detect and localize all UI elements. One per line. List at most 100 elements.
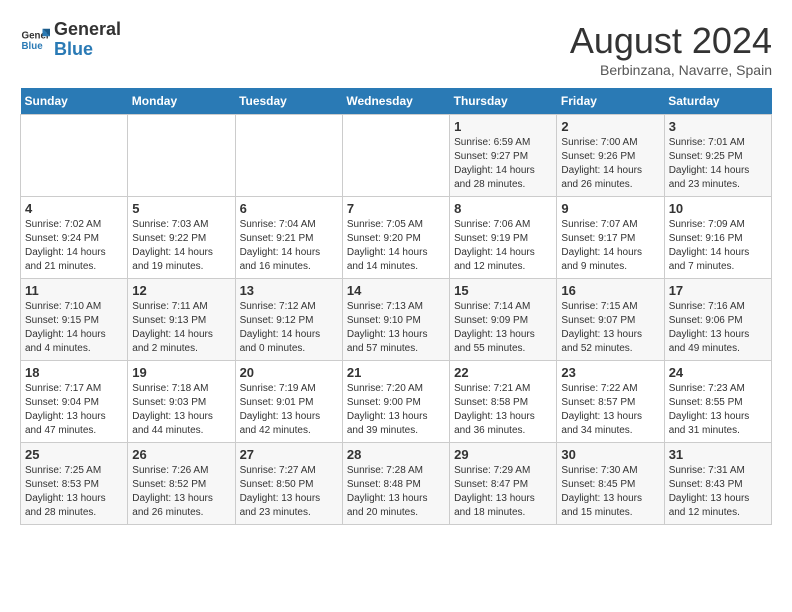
calendar-day-cell: 22Sunrise: 7:21 AMSunset: 8:58 PMDayligh… [450,361,557,443]
calendar-day-cell: 11 Sunrise: 7:10 AMSunset: 9:15 PMDayligh… [21,279,128,361]
day-number: 1 [454,119,552,134]
day-number: 4 [25,201,123,216]
day-number: 8 [454,201,552,216]
calendar-day-cell: 4 Sunrise: 7:02 AMSunset: 9:24 PMDaylight… [21,197,128,279]
calendar-day-cell: 6Sunrise: 7:04 AMSunset: 9:21 PMDaylight… [235,197,342,279]
calendar-week-row: 4 Sunrise: 7:02 AMSunset: 9:24 PMDaylight… [21,197,772,279]
day-info: Sunrise: 7:23 AMSunset: 8:55 PMDaylight:… [669,382,767,438]
calendar-day-cell: 21 Sunrise: 7:20 AMSunset: 9:00 PMDayligh… [342,361,449,443]
calendar-day-cell: 24 Sunrise: 7:23 AMSunset: 8:55 PMDayligh… [664,361,771,443]
day-number: 21 [347,365,445,380]
calendar-day-cell: 16 Sunrise: 7:15 AMSunset: 9:07 PMDayligh… [557,279,664,361]
day-info: Sunrise: 7:14 AMSunset: 9:09 PMDaylight:… [454,300,552,356]
calendar-day-cell: 28 Sunrise: 7:28 AMSunset: 8:48 PMDayligh… [342,443,449,525]
day-info: Sunrise: 7:20 AMSunset: 9:00 PMDaylight:… [347,382,445,438]
day-number: 26 [132,447,230,462]
day-info: Sunrise: 7:28 AMSunset: 8:48 PMDaylight:… [347,464,445,520]
calendar-day-cell: 29Sunrise: 7:29 AMSunset: 8:47 PMDayligh… [450,443,557,525]
day-info: Sunrise: 7:00 AMSunset: 9:26 PMDaylight:… [561,136,659,192]
day-number: 12 [132,283,230,298]
day-info: Sunrise: 7:27 AMSunset: 8:50 PMDaylight:… [240,464,338,520]
day-info: Sunrise: 7:07 AMSunset: 9:17 PMDaylight:… [561,218,659,274]
day-info: Sunrise: 7:17 AMSunset: 9:04 PMDaylight:… [25,382,123,438]
calendar-day-cell: 7 Sunrise: 7:05 AMSunset: 9:20 PMDaylight… [342,197,449,279]
day-number: 28 [347,447,445,462]
day-info: Sunrise: 7:19 AMSunset: 9:01 PMDaylight:… [240,382,338,438]
day-number: 10 [669,201,767,216]
day-info: Sunrise: 7:26 AMSunset: 8:52 PMDaylight:… [132,464,230,520]
day-info: Sunrise: 7:25 AMSunset: 8:53 PMDaylight:… [25,464,123,520]
day-number: 22 [454,365,552,380]
day-number: 24 [669,365,767,380]
calendar-week-row: 18 Sunrise: 7:17 AMSunset: 9:04 PMDayligh… [21,361,772,443]
svg-text:Blue: Blue [22,41,44,52]
calendar-week-row: 25 Sunrise: 7:25 AMSunset: 8:53 PMDayligh… [21,443,772,525]
calendar-day-cell: 5 Sunrise: 7:03 AMSunset: 9:22 PMDaylight… [128,197,235,279]
day-number: 5 [132,201,230,216]
calendar-day-cell: 17 Sunrise: 7:16 AMSunset: 9:06 PMDayligh… [664,279,771,361]
calendar-table: SundayMondayTuesdayWednesdayThursdayFrid… [20,88,772,525]
day-number: 2 [561,119,659,134]
calendar-day-cell: 14Sunrise: 7:13 AMSunset: 9:10 PMDayligh… [342,279,449,361]
day-of-week-header: Tuesday [235,88,342,115]
day-info: Sunrise: 7:06 AMSunset: 9:19 PMDaylight:… [454,218,552,274]
calendar-day-cell: 26 Sunrise: 7:26 AMSunset: 8:52 PMDayligh… [128,443,235,525]
logo-text: General Blue [54,20,121,60]
day-info: Sunrise: 7:22 AMSunset: 8:57 PMDaylight:… [561,382,659,438]
day-number: 11 [25,283,123,298]
title-area: August 2024 Berbinzana, Navarre, Spain [570,20,772,78]
calendar-day-cell [128,115,235,197]
day-info: Sunrise: 7:01 AMSunset: 9:25 PMDaylight:… [669,136,767,192]
day-number: 18 [25,365,123,380]
calendar-day-cell [235,115,342,197]
day-info: Sunrise: 7:10 AMSunset: 9:15 PMDaylight:… [25,300,123,356]
day-info: Sunrise: 7:02 AMSunset: 9:24 PMDaylight:… [25,218,123,274]
logo: General Blue General Blue [20,20,121,60]
day-number: 3 [669,119,767,134]
day-of-week-header: Sunday [21,88,128,115]
calendar-header: SundayMondayTuesdayWednesdayThursdayFrid… [21,88,772,115]
day-info: Sunrise: 7:12 AMSunset: 9:12 PMDaylight:… [240,300,338,356]
day-number: 17 [669,283,767,298]
day-info: Sunrise: 7:15 AMSunset: 9:07 PMDaylight:… [561,300,659,356]
calendar-day-cell: 20Sunrise: 7:19 AMSunset: 9:01 PMDayligh… [235,361,342,443]
calendar-day-cell: 31 Sunrise: 7:31 AMSunset: 8:43 PMDayligh… [664,443,771,525]
day-number: 7 [347,201,445,216]
day-info: Sunrise: 7:05 AMSunset: 9:20 PMDaylight:… [347,218,445,274]
calendar-day-cell: 27 Sunrise: 7:27 AMSunset: 8:50 PMDayligh… [235,443,342,525]
day-of-week-header: Monday [128,88,235,115]
calendar-day-cell: 30 Sunrise: 7:30 AMSunset: 8:45 PMDayligh… [557,443,664,525]
calendar-day-cell: 3 Sunrise: 7:01 AMSunset: 9:25 PMDaylight… [664,115,771,197]
day-number: 25 [25,447,123,462]
day-info: Sunrise: 7:31 AMSunset: 8:43 PMDaylight:… [669,464,767,520]
day-number: 23 [561,365,659,380]
day-of-week-header: Saturday [664,88,771,115]
day-number: 29 [454,447,552,462]
day-number: 27 [240,447,338,462]
calendar-day-cell: 12Sunrise: 7:11 AMSunset: 9:13 PMDayligh… [128,279,235,361]
calendar-day-cell: 18 Sunrise: 7:17 AMSunset: 9:04 PMDayligh… [21,361,128,443]
day-of-week-header: Thursday [450,88,557,115]
day-info: Sunrise: 7:03 AMSunset: 9:22 PMDaylight:… [132,218,230,274]
calendar-day-cell: 1 Sunrise: 6:59 AMSunset: 9:27 PMDaylight… [450,115,557,197]
calendar-day-cell: 2 Sunrise: 7:00 AMSunset: 9:26 PMDaylight… [557,115,664,197]
page-header: General Blue General Blue August 2024 Be… [20,20,772,78]
day-number: 30 [561,447,659,462]
header-row: SundayMondayTuesdayWednesdayThursdayFrid… [21,88,772,115]
day-number: 19 [132,365,230,380]
location: Berbinzana, Navarre, Spain [570,62,772,78]
day-info: Sunrise: 6:59 AMSunset: 9:27 PMDaylight:… [454,136,552,192]
day-number: 31 [669,447,767,462]
calendar-week-row: 1 Sunrise: 6:59 AMSunset: 9:27 PMDaylight… [21,115,772,197]
day-number: 16 [561,283,659,298]
calendar-week-row: 11 Sunrise: 7:10 AMSunset: 9:15 PMDayligh… [21,279,772,361]
day-info: Sunrise: 7:16 AMSunset: 9:06 PMDaylight:… [669,300,767,356]
day-number: 9 [561,201,659,216]
calendar-day-cell [21,115,128,197]
day-info: Sunrise: 7:30 AMSunset: 8:45 PMDaylight:… [561,464,659,520]
day-of-week-header: Friday [557,88,664,115]
calendar-day-cell: 15 Sunrise: 7:14 AMSunset: 9:09 PMDayligh… [450,279,557,361]
calendar-day-cell: 9 Sunrise: 7:07 AMSunset: 9:17 PMDaylight… [557,197,664,279]
day-number: 15 [454,283,552,298]
calendar-day-cell [342,115,449,197]
